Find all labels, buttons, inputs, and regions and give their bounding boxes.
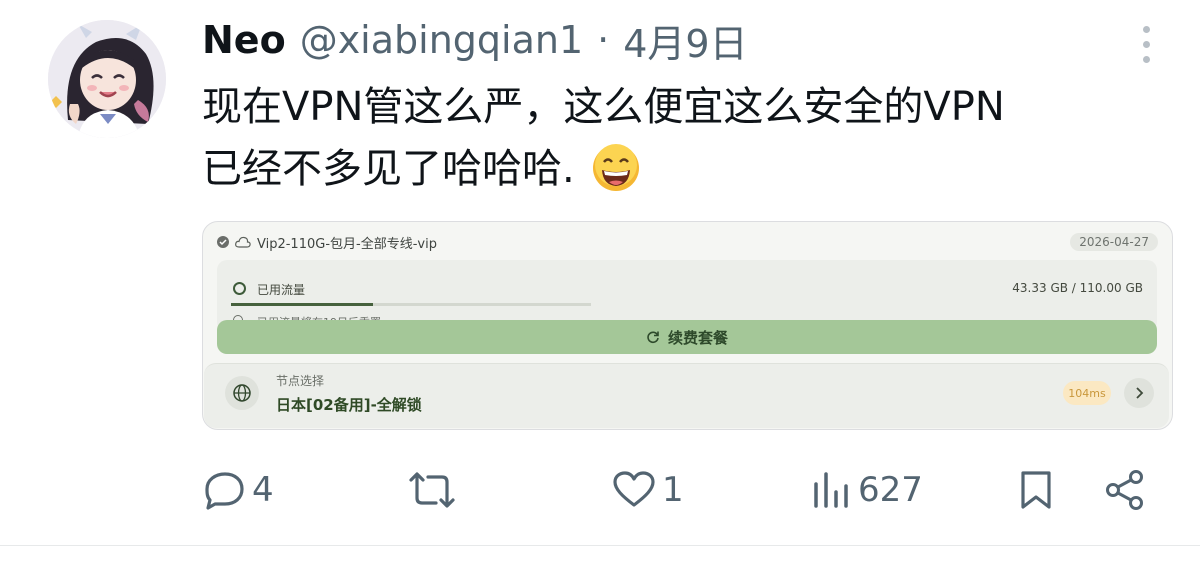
renew-plan-label: 续费套餐 — [667, 328, 728, 347]
tweet-text-line: 已经不多见了哈哈哈. — [202, 138, 1172, 200]
tweet-header: Neo @xiabingqian1 · 4月9日 — [202, 14, 748, 66]
renew-plan-button[interactable]: 续费套餐 — [217, 320, 1157, 354]
usage-progress-fill — [231, 303, 373, 306]
views-button[interactable]: 627 — [812, 465, 923, 515]
tweet-text: 现在VPN管这么严，这么便宜这么安全的VPN 已经不多见了哈哈哈. — [202, 76, 1172, 200]
attached-image-card[interactable]: Vip2-110G-包月-全部专线-vip 2026-04-27 已用流量 43… — [202, 221, 1173, 430]
avatar-illustration — [48, 20, 166, 138]
tweet-actions-bar: 4 1 627 — [0, 465, 1200, 515]
expiry-date-badge: 2026-04-27 — [1070, 233, 1158, 251]
author-handle[interactable]: @xiabingqian1 — [300, 18, 583, 62]
grinning-face-emoji-icon — [593, 144, 640, 191]
usage-progress-bar — [231, 303, 591, 306]
author-name[interactable]: Neo — [202, 18, 286, 62]
views-chart-icon — [814, 472, 848, 508]
node-title: 节点选择 — [276, 374, 325, 388]
tweet-text-line: 现在VPN管这么严，这么便宜这么安全的VPN — [202, 84, 1005, 130]
check-circle-icon — [217, 236, 229, 248]
plan-name: Vip2-110G-包月-全部专线-vip — [257, 236, 437, 252]
bookmark-button[interactable] — [1018, 465, 1054, 515]
more-dot-icon — [1143, 56, 1150, 63]
plan-row: Vip2-110G-包月-全部专线-vip 2026-04-27 — [217, 230, 1158, 254]
more-dot-icon — [1143, 41, 1150, 48]
retweet-button[interactable] — [406, 465, 458, 515]
usage-ring-icon — [233, 282, 246, 295]
tweet-date[interactable]: 4月9日 — [623, 13, 747, 68]
node-value: 日本[02备用]-全解锁 — [276, 396, 422, 414]
more-dot-icon — [1143, 26, 1150, 33]
bottom-divider — [0, 545, 1200, 546]
node-selector[interactable]: 节点选择 日本[02备用]-全解锁 104ms — [204, 363, 1169, 428]
latency-badge: 104ms — [1063, 381, 1111, 405]
chevron-right-icon[interactable] — [1124, 378, 1154, 408]
bookmark-icon — [1021, 471, 1051, 509]
tweet-text-line-content: 已经不多见了哈哈哈. — [202, 146, 575, 192]
reply-count: 4 — [252, 470, 274, 510]
reply-button[interactable]: 4 — [204, 465, 274, 515]
refresh-icon — [647, 331, 659, 344]
view-count: 627 — [858, 470, 923, 510]
heart-icon — [613, 471, 655, 507]
usage-value: 43.33 GB / 110.00 GB — [1012, 281, 1143, 295]
cloud-icon — [235, 236, 251, 248]
reply-icon — [205, 472, 244, 510]
like-count: 1 — [662, 470, 684, 510]
meta-separator: · — [597, 18, 610, 62]
retweet-icon — [409, 472, 455, 508]
share-button[interactable] — [1104, 465, 1146, 515]
like-button[interactable]: 1 — [612, 465, 684, 515]
usage-label: 已用流量 — [257, 283, 306, 297]
avatar[interactable] — [48, 20, 166, 138]
share-icon — [1106, 470, 1143, 510]
more-options-button[interactable] — [1134, 22, 1158, 66]
globe-icon — [225, 376, 259, 410]
